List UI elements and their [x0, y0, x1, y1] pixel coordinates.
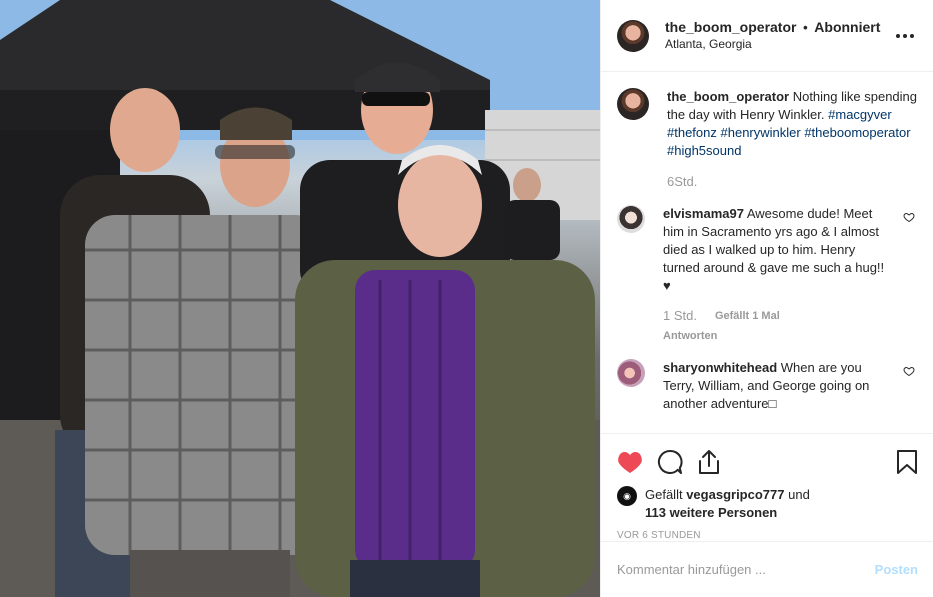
caption-avatar[interactable]: [617, 88, 649, 120]
like-button[interactable]: [617, 442, 657, 482]
liker-avatar-glyph: ◉: [623, 491, 631, 501]
hashtag-link[interactable]: #henrywinkler: [721, 125, 801, 140]
separator-dot: •: [803, 19, 808, 35]
owner-username[interactable]: the_boom_operator: [665, 19, 796, 35]
liker-avatar[interactable]: ◉: [617, 486, 637, 506]
likes-count[interactable]: 113 weitere Personen: [645, 505, 777, 520]
location-link[interactable]: Atlanta, Georgia: [665, 36, 893, 53]
caption: the_boom_operator Nothing like spending …: [617, 88, 917, 191]
comment-username[interactable]: sharyonwhitehead: [663, 360, 777, 375]
add-comment-bar: Posten: [601, 541, 933, 597]
reply-button[interactable]: Antworten: [663, 327, 895, 345]
share-icon: [699, 450, 719, 474]
comments-list[interactable]: the_boom_operator Nothing like spending …: [601, 72, 933, 433]
likes-text: Gefällt vegasgripco777 und 113 weitere P…: [645, 486, 810, 522]
comment-likes[interactable]: Gefällt 1 Mal: [715, 307, 780, 325]
likes-prefix: Gefällt: [645, 487, 683, 502]
post-timestamp[interactable]: VOR 6 STUNDEN: [617, 530, 918, 541]
likes-summary: ◉ Gefällt vegasgripco777 und 113 weitere…: [617, 486, 918, 522]
more-options-icon[interactable]: [893, 24, 917, 48]
owner-line: the_boom_operator • Abonniert: [665, 19, 893, 36]
post-actions: ◉ Gefällt vegasgripco777 und 113 weitere…: [601, 433, 933, 541]
comment-like-icon[interactable]: [903, 211, 915, 223]
speech-bubble-icon: [658, 449, 683, 474]
bookmark-icon: [897, 450, 917, 474]
hashtag-link[interactable]: #theboomoperator: [804, 125, 910, 140]
post-comment-button[interactable]: Posten: [875, 562, 918, 577]
hashtag-link[interactable]: #high5sound: [667, 143, 741, 158]
caption-username[interactable]: the_boom_operator: [667, 89, 789, 104]
instagram-post: the_boom_operator • Abonniert Atlanta, G…: [0, 0, 933, 597]
comment-item: elvismama97 Awesome dude! Meet him in Sa…: [617, 205, 917, 345]
comment-meta: 1 Std. Gefällt 1 Mal: [663, 307, 895, 325]
photo-illustration: [0, 0, 600, 597]
likes-connector: und: [788, 487, 810, 502]
comment-time[interactable]: 1 Std.: [663, 307, 697, 325]
header-text: the_boom_operator • Abonniert Atlanta, G…: [665, 19, 893, 53]
post-header: the_boom_operator • Abonniert Atlanta, G…: [601, 0, 933, 72]
follow-status-button[interactable]: Abonniert: [814, 19, 880, 35]
caption-body: the_boom_operator Nothing like spending …: [667, 88, 917, 191]
comment-body: sharyonwhitehead When are you Terry, Wil…: [663, 359, 917, 413]
hashtag-link[interactable]: #thefonz: [667, 125, 717, 140]
share-button[interactable]: [697, 442, 737, 482]
save-button[interactable]: [878, 442, 918, 482]
commenter-avatar[interactable]: [617, 205, 645, 233]
comment-item: sharyonwhitehead When are you Terry, Wil…: [617, 359, 917, 413]
comment-like-icon[interactable]: [903, 365, 915, 377]
liker-username[interactable]: vegasgripco777: [686, 487, 784, 502]
comment-username[interactable]: elvismama97: [663, 206, 744, 221]
comment-input[interactable]: [617, 562, 875, 577]
action-icons-row: [617, 442, 918, 482]
comment-body: elvismama97 Awesome dude! Meet him in Sa…: [663, 205, 917, 345]
commenter-avatar[interactable]: [617, 359, 645, 387]
owner-avatar[interactable]: [617, 19, 649, 52]
caption-time: 6Std.: [667, 174, 698, 189]
comment-button[interactable]: [657, 442, 697, 482]
hashtag-link[interactable]: #macgyver: [828, 107, 892, 122]
post-side-panel: the_boom_operator • Abonniert Atlanta, G…: [600, 0, 933, 597]
post-photo[interactable]: [0, 0, 600, 597]
heart-filled-icon: [618, 452, 642, 473]
